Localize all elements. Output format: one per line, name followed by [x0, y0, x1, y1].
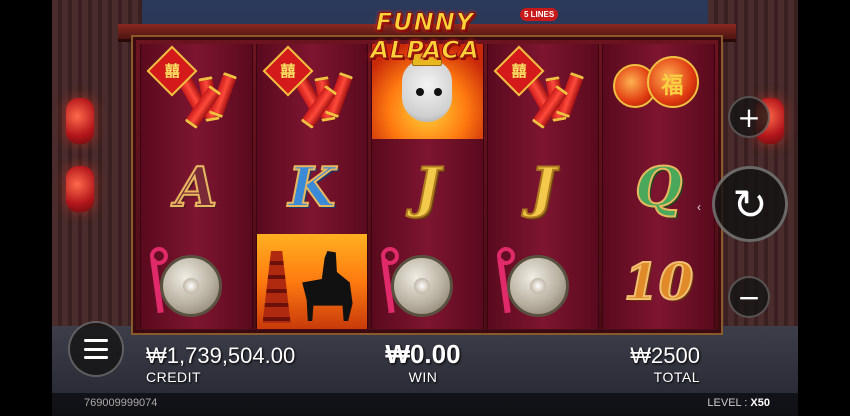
symbol-gong: [372, 234, 483, 329]
level-label: LEVEL :: [707, 397, 748, 409]
reel-4: 囍 J: [486, 44, 600, 329]
credit-value: ₩1,739,504.00: [146, 343, 296, 368]
info-bar: ₩1,739,504.00 CREDIT ₩0.00 WIN ₩2500 TOT…: [0, 337, 850, 393]
symbol-j: J: [529, 154, 557, 220]
symbol-gong: [141, 234, 252, 329]
alpaca-silhouette-icon: [302, 251, 353, 321]
spin-button[interactable]: ↻: [712, 166, 788, 242]
symbol-lanterns: 福: [603, 44, 714, 139]
bet-decrease-button[interactable]: −: [728, 276, 770, 318]
win-value: ₩0.00: [385, 339, 461, 369]
pagoda-icon: [262, 251, 291, 323]
game-logo: FUNNY ALPACA 5 LINES: [320, 4, 559, 65]
reel-2: 囍 K: [255, 44, 369, 329]
bet-increase-button[interactable]: +: [728, 96, 770, 138]
symbol-10: 10: [623, 251, 695, 312]
symbol-pagoda-alpaca: [256, 234, 368, 329]
symbol-k: K: [287, 154, 336, 220]
level-indicator: LEVEL : X50: [707, 397, 770, 409]
reel-1: 囍 A: [140, 44, 253, 329]
reel-grid: 囍 A 囍 K J 囍 J 福 Q 10: [140, 44, 715, 329]
total-bet-value[interactable]: ₩2500: [600, 343, 700, 369]
credit-label: CREDIT: [146, 369, 202, 385]
symbol-gong: [488, 234, 599, 329]
game-scene: 囍 A 囍 K J 囍 J 福 Q 10 FUNNY ALPACA 5 LINE…: [0, 0, 850, 416]
reel-5: 福 Q 10: [602, 44, 715, 329]
background-lantern: [66, 166, 94, 212]
symbol-firecracker: 囍: [141, 44, 252, 139]
logo-title: FUNNY ALPACA: [370, 8, 480, 65]
win-label: WIN: [408, 369, 438, 385]
total-bet-label: TOTAL: [653, 369, 700, 385]
symbol-j: J: [414, 154, 442, 220]
alpaca-icon: [402, 60, 453, 122]
symbol-a: A: [174, 154, 218, 220]
reel-3: J: [371, 44, 484, 329]
level-value: X50: [750, 397, 770, 409]
background-lantern: [66, 98, 94, 144]
session-id: 769009999074: [84, 397, 158, 409]
footer-bar: 769009999074 LEVEL : X50: [0, 393, 850, 416]
symbol-q: Q: [634, 154, 683, 220]
lines-badge: 5 LINES: [520, 8, 559, 21]
chevron-left-icon: ‹: [697, 200, 701, 214]
